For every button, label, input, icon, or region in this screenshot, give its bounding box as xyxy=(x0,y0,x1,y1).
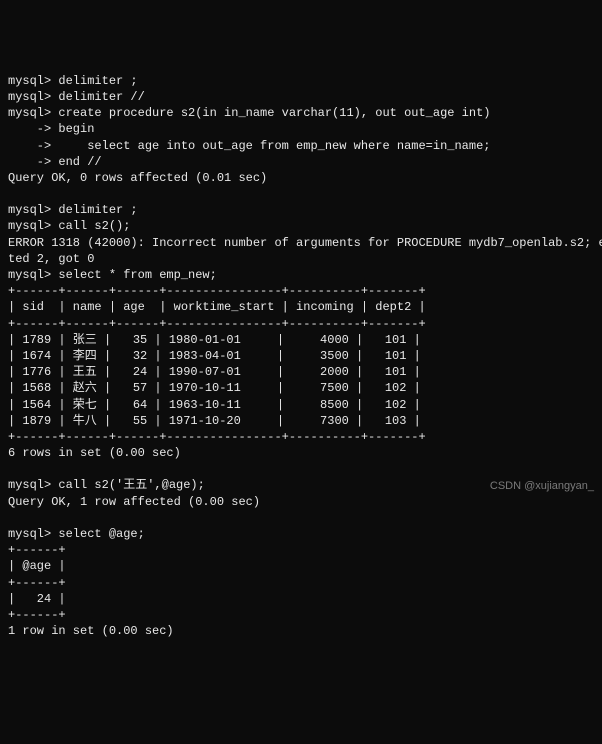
watermark-text: CSDN @xujiangyan_ xyxy=(490,479,594,494)
terminal-output: mysql> delimiter ; mysql> delimiter // m… xyxy=(8,73,594,640)
